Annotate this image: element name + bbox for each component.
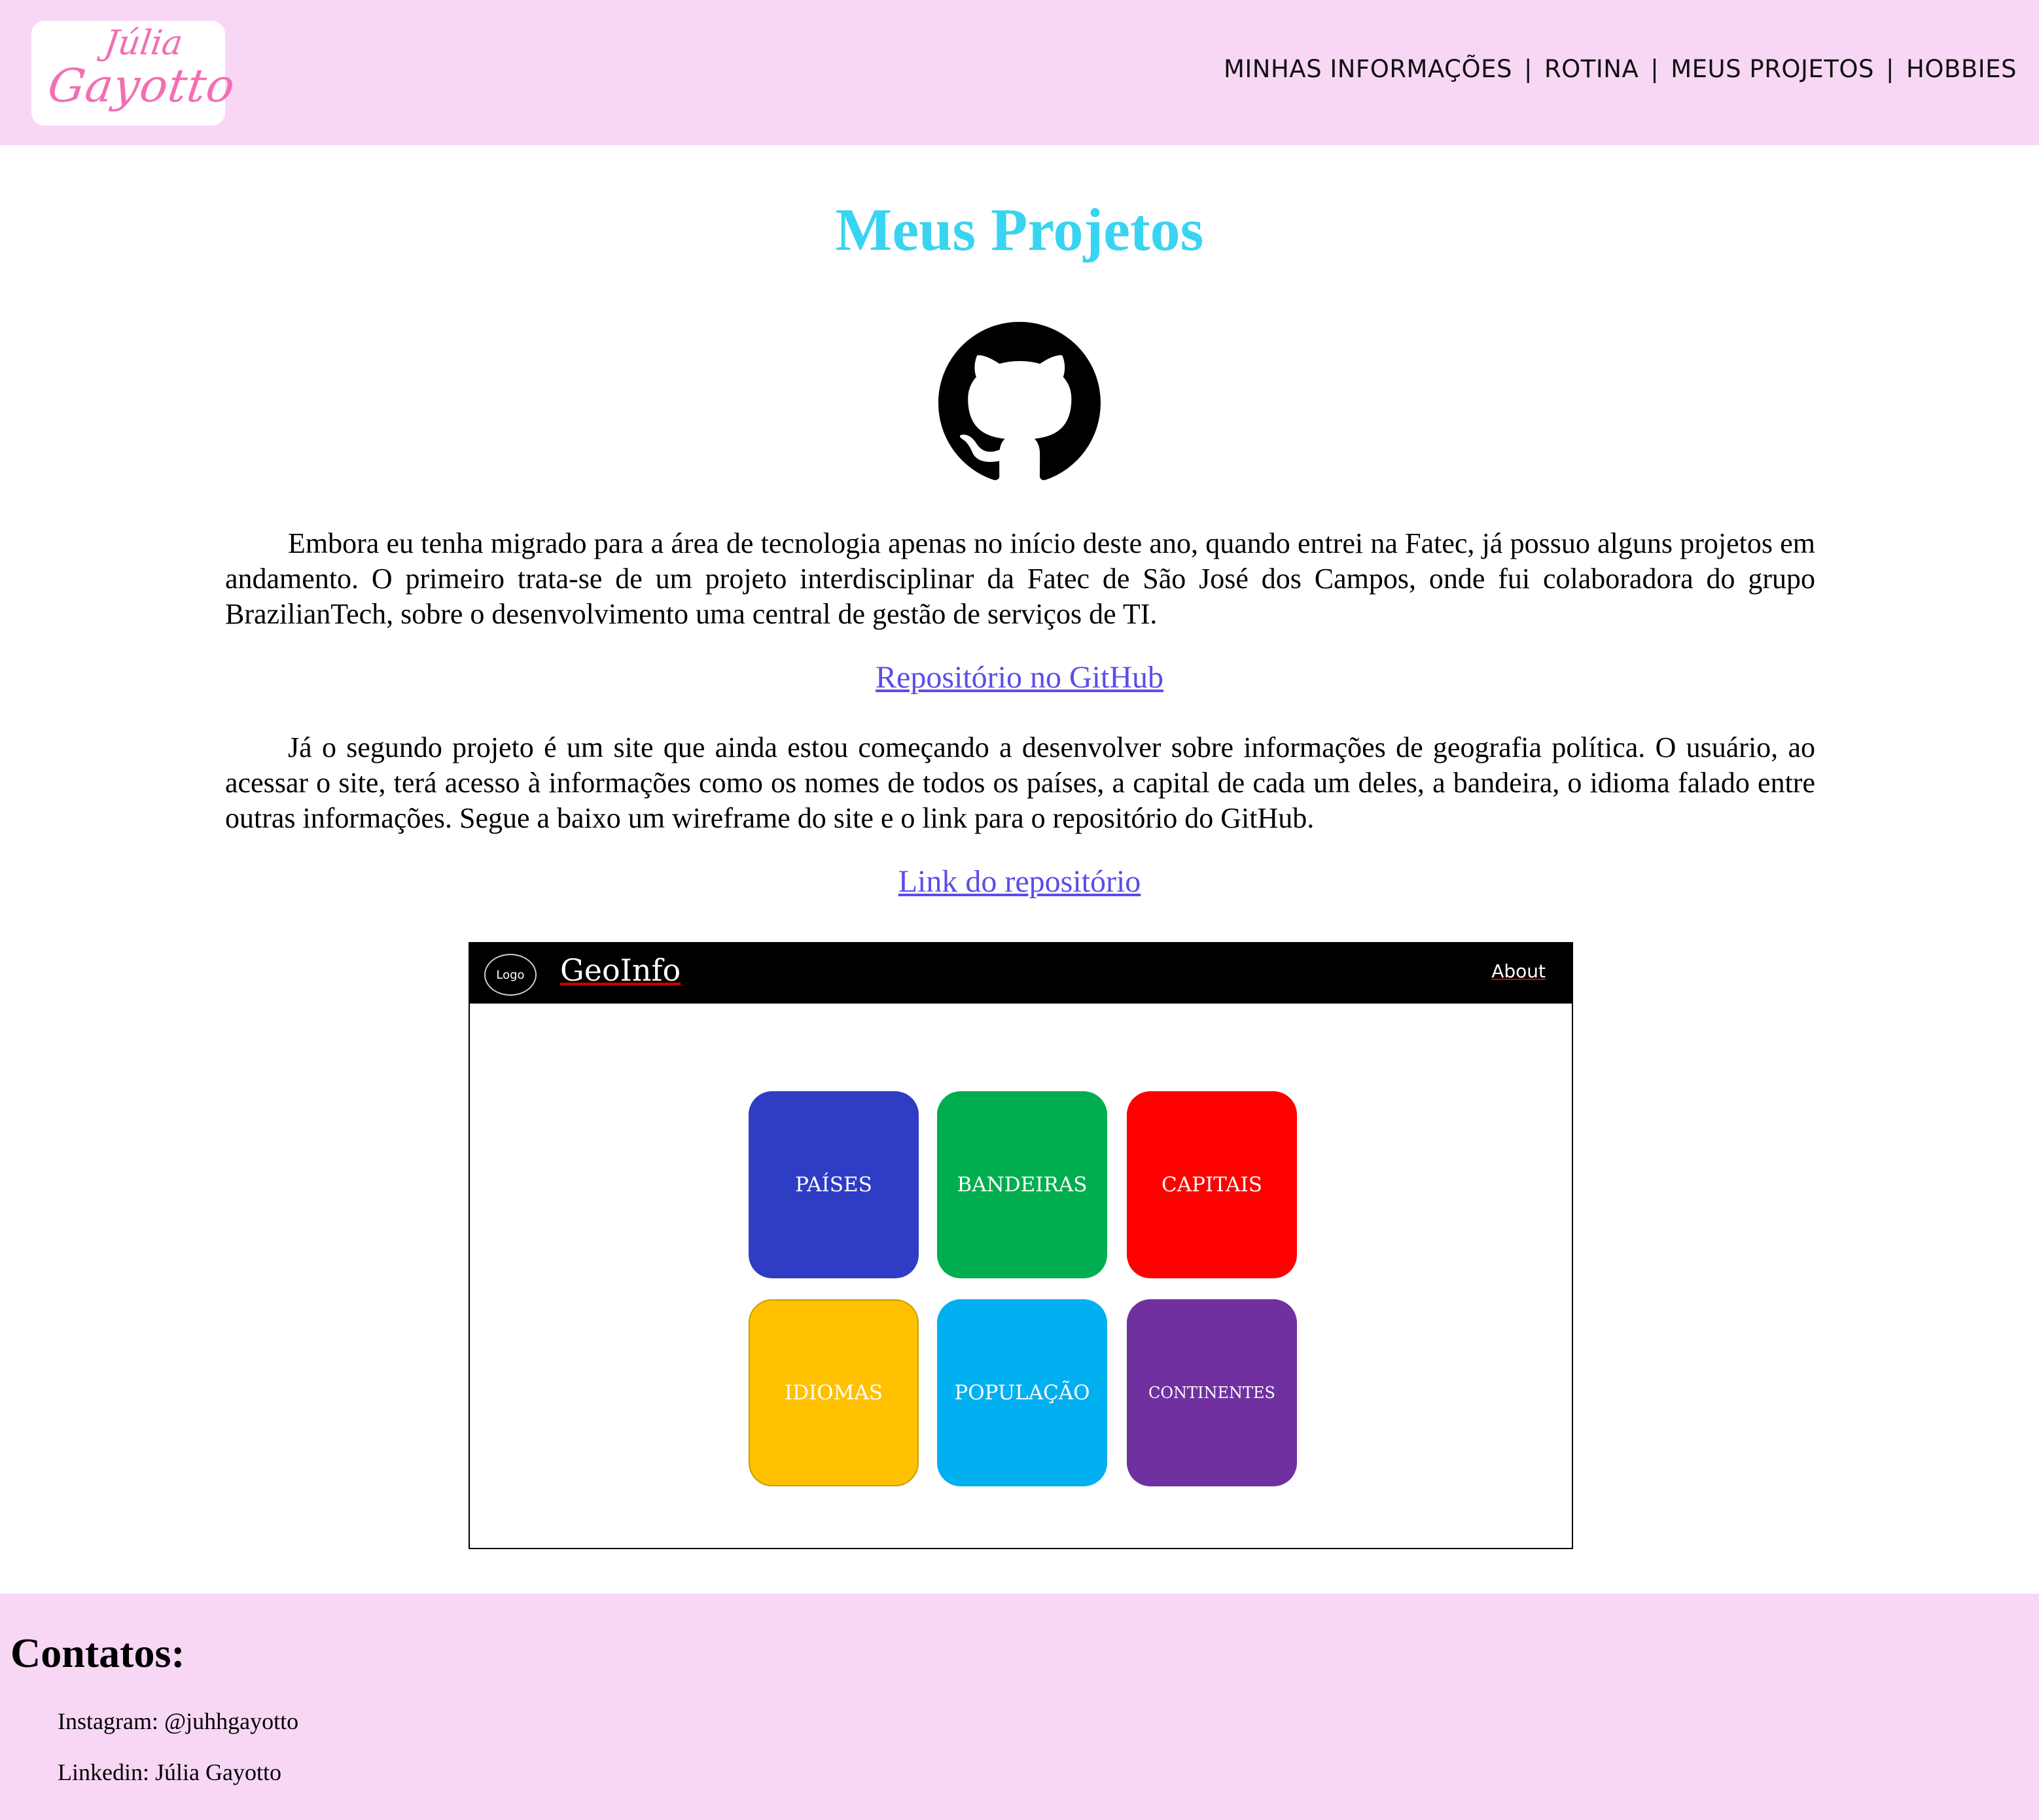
contact-linkedin: Linkedin: Júlia Gayotto [58,1759,281,1785]
page-title: Meus Projetos [835,196,1204,263]
wireframe-navbar: Logo GeoInfo About [470,943,1572,1004]
wireframe-tile-idiomas: IDIOMAS [749,1299,919,1486]
wireframe-tile-capitais: CAPITAIS [1127,1091,1297,1278]
project-paragraph-2: Já o segundo projeto é um site que ainda… [225,731,1815,834]
nav-separator: | [1523,55,1533,83]
wireframe-site-title: GeoInfo [560,953,681,988]
github-repository-link[interactable]: Repositório no GitHub [0,659,2039,695]
nav-item-meus-projetos[interactable]: MEUS PROJETOS [1671,55,1874,83]
nav-separator: | [1650,55,1659,83]
project-paragraph-1: Embora eu tenha migrado para a área de t… [225,527,1815,630]
wireframe-tile-populacao: POPULAÇÃO [937,1299,1107,1486]
site-header: Júlia Gayotto MINHAS INFORMAÇÕES | ROTIN… [0,0,2039,145]
wireframe-logo: Logo [484,954,537,996]
footer-title: Contatos: [10,1630,185,1676]
logo-first-name: Júlia [101,24,185,63]
wireframe-image: Logo GeoInfo About PAÍSES BANDEIRAS CAPI… [469,942,1573,1549]
wireframe-tile-bandeiras: BANDEIRAS [937,1091,1107,1278]
nav-item-minhas-informacoes[interactable]: MINHAS INFORMAÇÕES [1224,55,1512,83]
repository-link[interactable]: Link do repositório [0,864,2039,900]
contact-instagram: Instagram: @juhhgayotto [58,1708,299,1734]
logo-last-name: Gayotto [44,59,239,113]
main-nav: MINHAS INFORMAÇÕES | ROTINA | MEUS PROJE… [1224,55,2017,83]
nav-item-rotina[interactable]: ROTINA [1544,55,1639,83]
nav-separator: | [1886,55,1894,83]
nav-item-hobbies[interactable]: HOBBIES [1906,55,2017,83]
site-logo[interactable]: Júlia Gayotto [31,21,239,126]
wireframe-tile-continentes: CONTINENTES [1127,1299,1297,1486]
github-icon[interactable] [938,322,1101,484]
wireframe-about-link: About [1491,960,1546,982]
site-footer: Contatos: Instagram: @juhhgayotto Linked… [0,1594,2039,1820]
wireframe-tile-paises: PAÍSES [749,1091,919,1278]
